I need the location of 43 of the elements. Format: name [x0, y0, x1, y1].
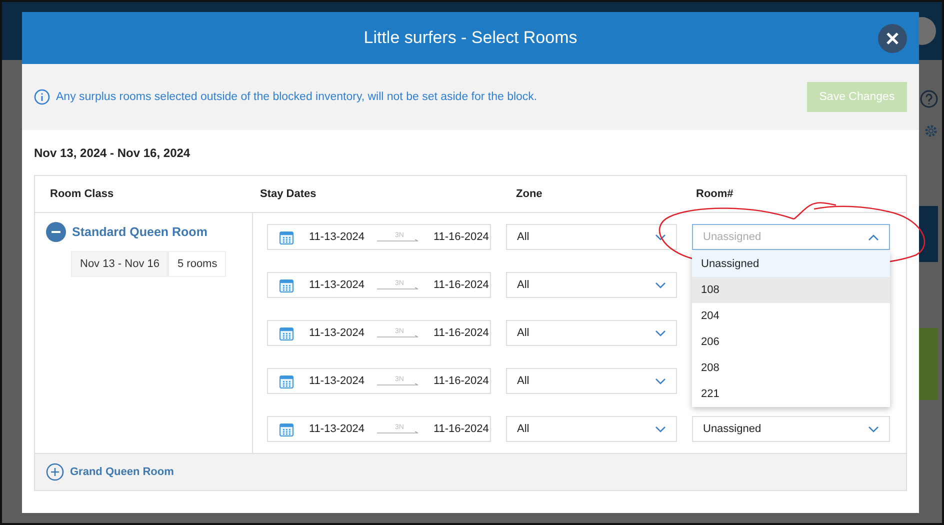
room-option[interactable]: 108 — [692, 277, 890, 303]
chevron-icon — [655, 426, 666, 432]
chevron-icon — [655, 330, 666, 336]
chevron-icon — [655, 378, 666, 384]
column-header: Room Class — [49, 188, 115, 200]
close-button[interactable] — [878, 24, 907, 53]
room-option[interactable]: 208 — [692, 355, 890, 381]
column-header: Room# — [695, 188, 734, 200]
expand-icon[interactable] — [46, 463, 64, 481]
calendar-icon[interactable] — [279, 422, 294, 436]
zone-select[interactable]: All — [506, 416, 677, 442]
room-class-link[interactable]: Grand Queen Room — [70, 466, 174, 478]
room-class-link[interactable]: Standard Queen Room — [72, 225, 208, 239]
chevron-icon — [868, 426, 879, 432]
column-header: Zone — [515, 188, 544, 200]
help-icon[interactable] — [920, 90, 938, 108]
column-header: Stay Dates — [259, 188, 318, 200]
zone-select[interactable]: All — [506, 272, 677, 298]
collapse-icon[interactable] — [46, 222, 66, 242]
chevron-icon — [655, 234, 666, 240]
room-select[interactable]: Unassigned — [692, 416, 890, 442]
backdrop-panel — [918, 206, 938, 262]
zone-select[interactable]: All — [506, 224, 677, 250]
room-option[interactable]: 204 — [692, 303, 890, 329]
date-range: Nov 13, 2024 - Nov 16, 2024 — [34, 146, 190, 160]
notice-text: Any surplus rooms selected outside of the blocked inventory, will not be set aside for the block. — [56, 91, 538, 103]
room-option[interactable]: 206 — [692, 329, 890, 355]
calendar-icon[interactable] — [279, 278, 294, 292]
zone-select[interactable]: All — [506, 368, 677, 394]
zone-select[interactable]: All — [506, 320, 677, 346]
room-option[interactable]: Unassigned — [692, 251, 890, 277]
room-count: 5 rooms — [168, 251, 226, 277]
calendar-icon[interactable] — [279, 230, 294, 244]
stay-dates-label: Nov 13 - Nov 16 — [71, 251, 168, 277]
close-icon[interactable] — [886, 32, 899, 45]
gear-icon[interactable] — [924, 124, 938, 138]
calendar-icon[interactable] — [279, 374, 294, 388]
chevron-icon — [655, 282, 666, 288]
dialog-title: Little surfers - Select Rooms — [364, 28, 578, 48]
calendar-icon[interactable] — [279, 326, 294, 340]
info-icon — [34, 89, 50, 105]
room-option[interactable]: 221 — [692, 381, 890, 407]
chevron-icon — [868, 234, 879, 240]
